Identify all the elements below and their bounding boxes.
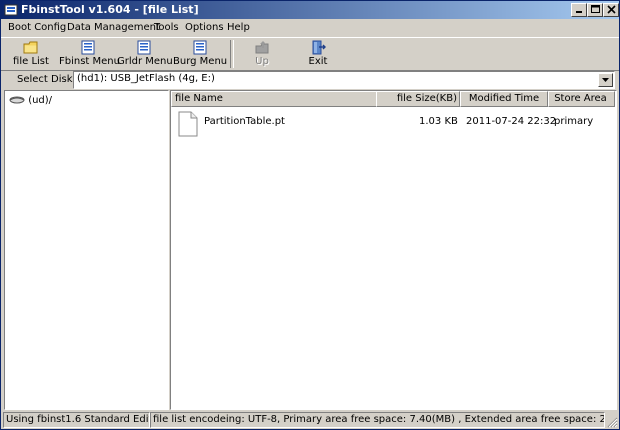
menu-help[interactable]: Help [227, 22, 250, 33]
file-list-label: file List [13, 56, 49, 67]
toolbar: file List Fbinst Menu Grldr Menu Burg Me… [1, 37, 619, 71]
exit-button[interactable]: Exit [293, 39, 343, 69]
burg-menu-label: Burg Menu [173, 56, 228, 67]
folder-icon [23, 41, 38, 54]
status-info: file list encodeing: UTF-8, Primary area… [150, 412, 605, 428]
minimize-button[interactable] [571, 3, 587, 17]
select-disk-row: Select Disk (hd1): USB_JetFlash (4g, E:) [1, 70, 619, 90]
menu-boot-config[interactable]: Boot Config [8, 22, 66, 33]
column-store-area[interactable]: Store Area [548, 91, 615, 107]
chevron-down-icon [602, 78, 609, 82]
up-button[interactable]: Up [237, 39, 287, 69]
toolbar-separator [230, 40, 234, 68]
folder-tree[interactable]: (ud)/ [4, 90, 169, 410]
select-disk-dropdown[interactable]: (hd1): USB_JetFlash (4g, E:) [73, 71, 615, 89]
minimize-icon [576, 11, 582, 13]
menu-options[interactable]: Options [185, 22, 224, 33]
grldr-menu-button[interactable]: Grldr Menu [117, 39, 173, 69]
status-bar: Using fbinst1.6 Standard Edition file li… [1, 410, 619, 429]
grldr-menu-label: Grldr Menu [117, 56, 173, 67]
column-file-size[interactable]: file Size(KB) [376, 91, 460, 107]
grldr-menu-icon [137, 40, 151, 55]
app-icon [4, 4, 18, 16]
fbinst-menu-icon [81, 40, 95, 55]
dropdown-arrow-button[interactable] [598, 73, 613, 87]
file-size-cell: 1.03 KB [419, 116, 458, 127]
up-label: Up [255, 56, 269, 67]
file-name-cell: PartitionTable.pt [204, 116, 285, 127]
menu-data-management[interactable]: Data Management [67, 22, 160, 33]
app-window: FbinstTool v1.604 - [file List] Boot Con… [0, 0, 620, 430]
column-modified-time[interactable]: Modified Time [460, 91, 548, 107]
fbinst-menu-button[interactable]: Fbinst Menu [59, 39, 120, 69]
tree-node-root[interactable]: (ud)/ [9, 95, 52, 106]
modified-time-cell: 2011-07-24 22:32 [466, 116, 557, 127]
file-list-view[interactable]: file Name file Size(KB) Modified Time St… [170, 90, 617, 410]
file-list-header: file Name file Size(KB) Modified Time St… [171, 91, 616, 107]
select-disk-label: Select Disk [17, 74, 73, 85]
fbinst-menu-label: Fbinst Menu [59, 56, 120, 67]
exit-label: Exit [308, 56, 328, 67]
maximize-button[interactable] [587, 3, 603, 17]
window-title: FbinstTool v1.604 - [file List] [21, 3, 199, 16]
status-edition: Using fbinst1.6 Standard Edition [3, 412, 150, 428]
tree-node-label: (ud)/ [28, 95, 53, 106]
burg-menu-icon [193, 40, 207, 55]
column-file-name[interactable]: file Name [171, 91, 379, 107]
title-bar[interactable]: FbinstTool v1.604 - [file List] [1, 1, 619, 19]
exit-door-icon [312, 40, 326, 55]
menu-bar: Boot Config Data Management Tools Option… [1, 19, 619, 37]
drive-icon [9, 96, 25, 104]
file-icon [178, 111, 198, 137]
burg-menu-button[interactable]: Burg Menu [173, 39, 227, 69]
maximize-icon [590, 5, 600, 13]
file-list-button[interactable]: file List [3, 39, 59, 69]
close-icon [606, 5, 616, 14]
resize-grip-icon[interactable] [606, 416, 618, 428]
store-area-cell: primary [554, 116, 594, 127]
table-row[interactable]: PartitionTable.pt 1.03 KB 2011-07-24 22:… [171, 111, 616, 137]
close-button[interactable] [603, 3, 619, 17]
select-disk-value: (hd1): USB_JetFlash (4g, E:) [77, 73, 215, 84]
menu-tools[interactable]: Tools [154, 22, 179, 33]
up-folder-icon [255, 41, 269, 54]
